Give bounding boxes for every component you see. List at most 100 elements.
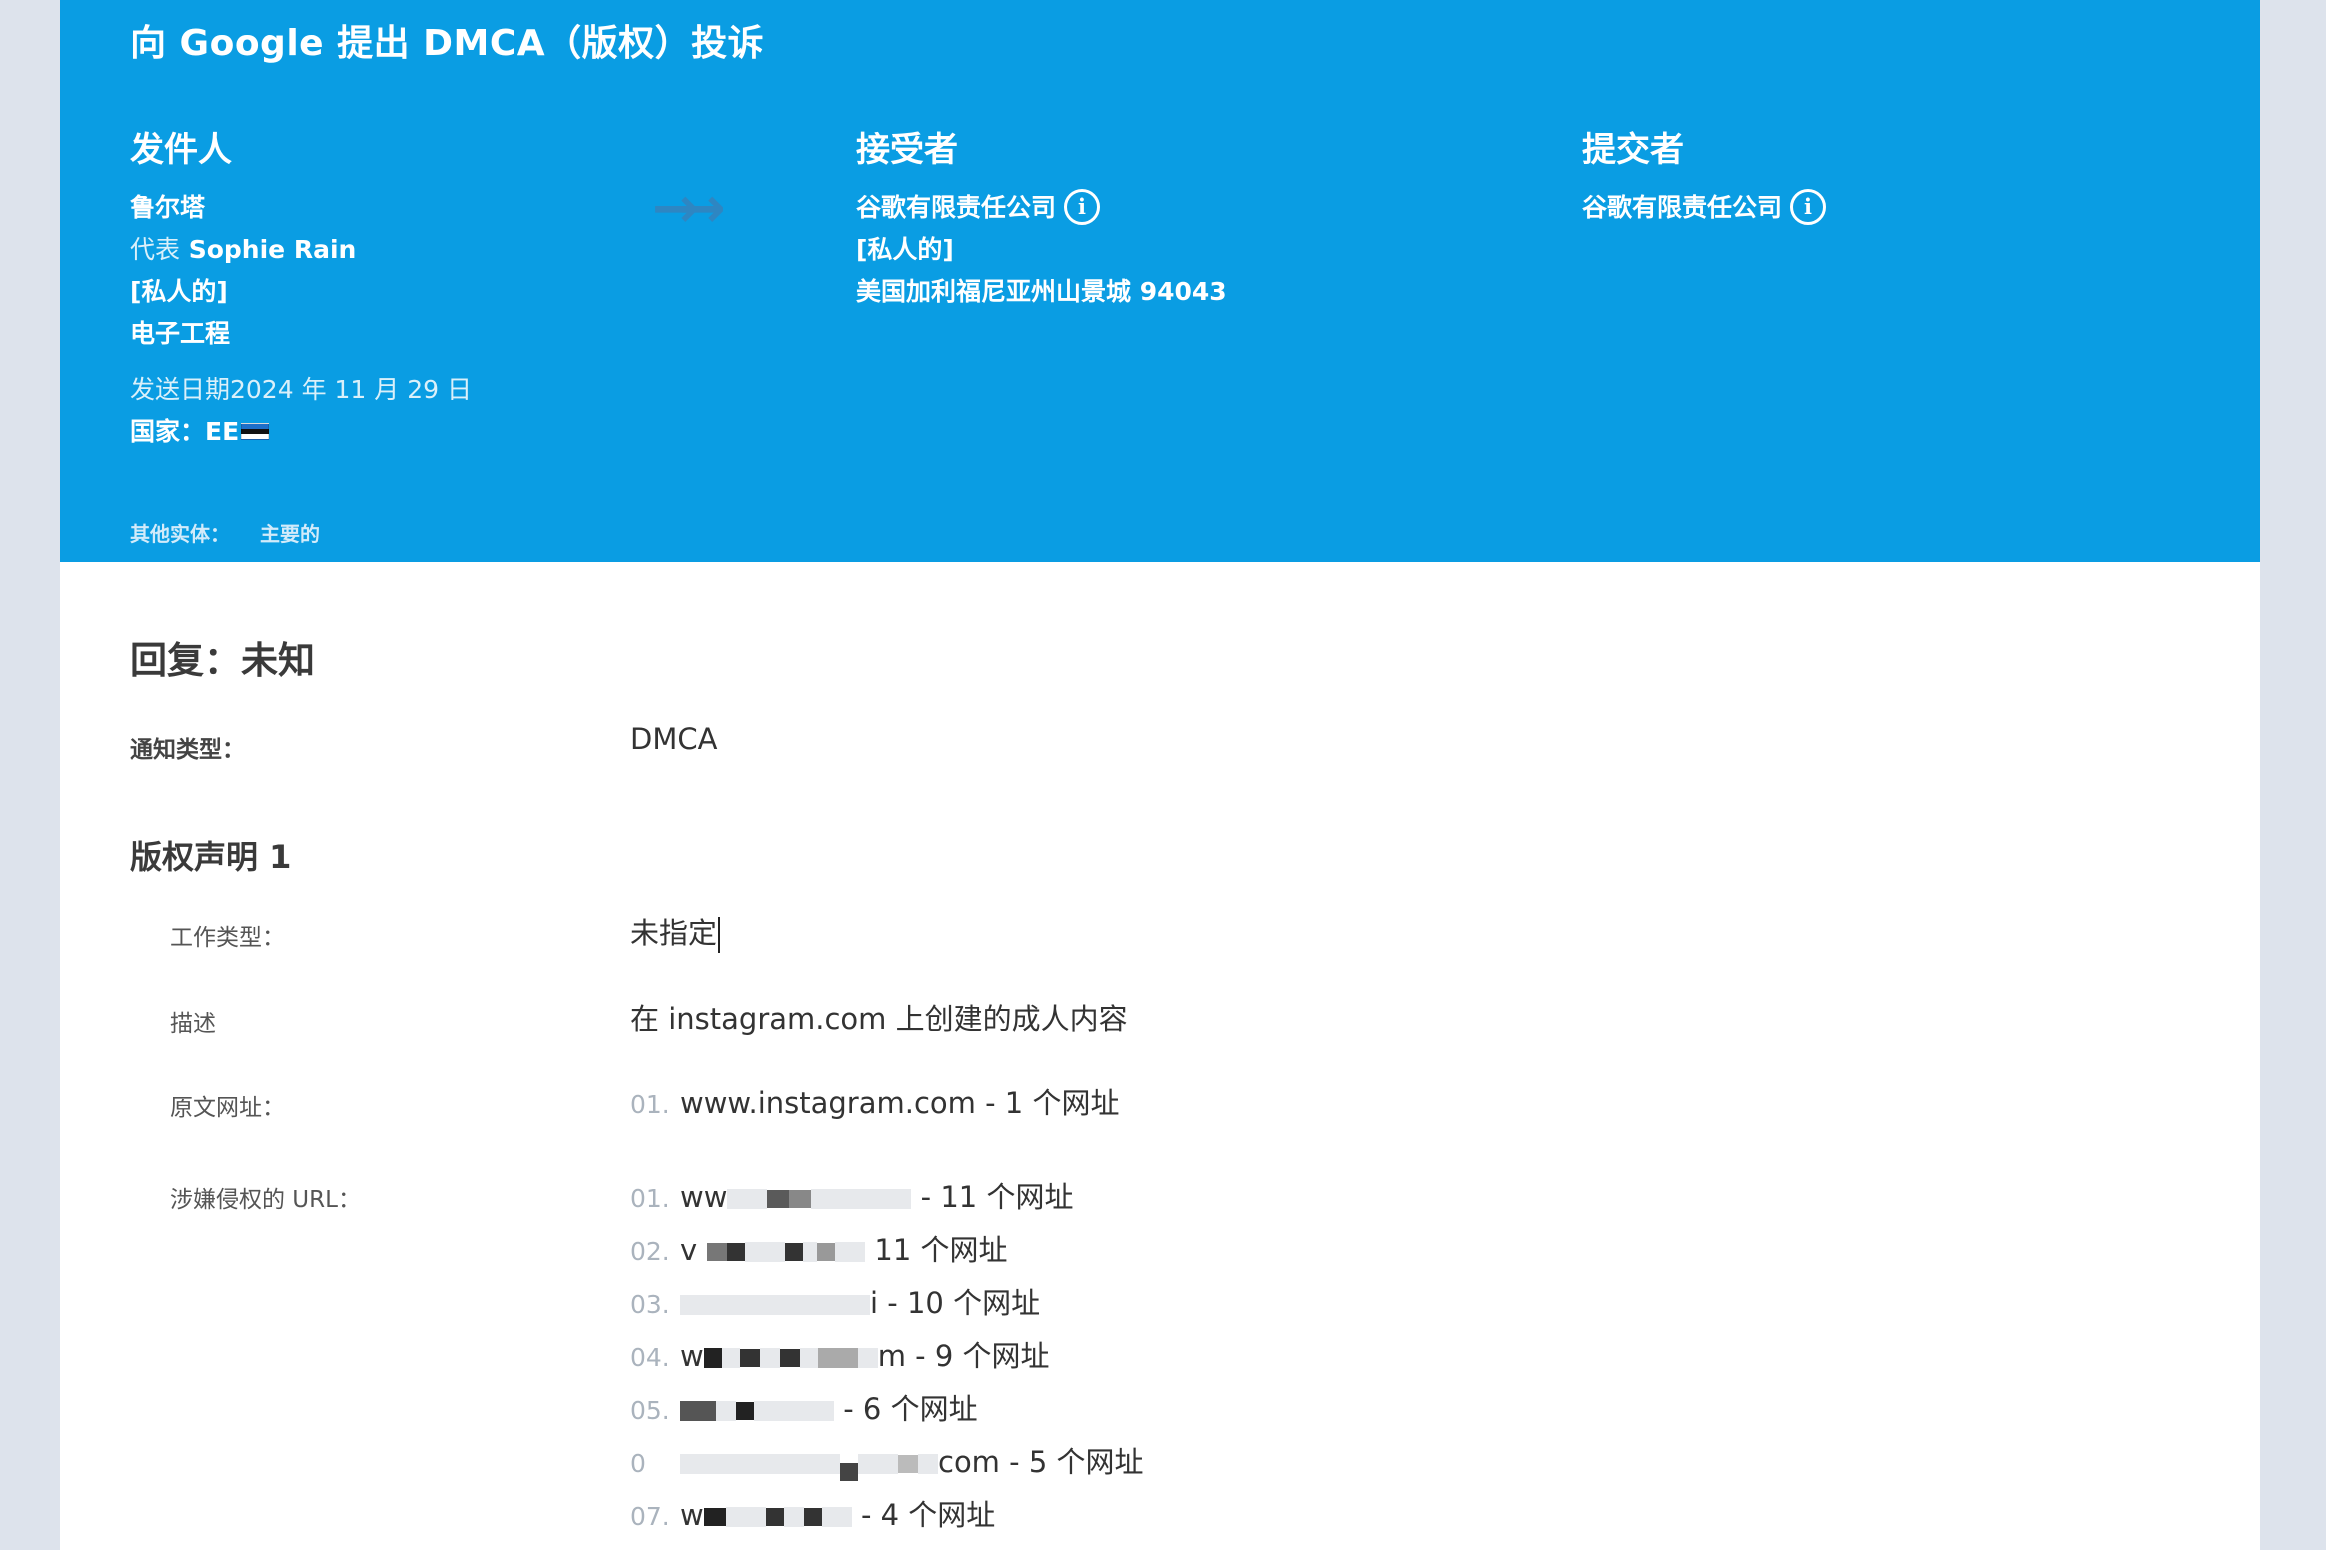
redacted-region — [680, 1295, 870, 1315]
country-code: EE — [205, 417, 240, 446]
redacted-region — [785, 1243, 804, 1261]
redacted-region — [803, 1242, 818, 1262]
sender-private: [私人的] — [130, 277, 228, 306]
redacted-region — [918, 1454, 938, 1474]
double-chevron-right-icon: →→ — [652, 176, 726, 241]
description-label: 描述 — [170, 1011, 216, 1037]
url-suffix: i - 10 个网址 — [870, 1286, 1041, 1320]
infringing-url-item[interactable]: 02. v 11 个网址 — [630, 1227, 1008, 1271]
list-number: 05. — [630, 1396, 670, 1425]
redacted-region — [736, 1402, 754, 1420]
url-suffix: - 6 个网址 — [843, 1392, 978, 1426]
sender-block: 发件人 鲁尔塔 代表 Sophie Rain [私人的] 电子工程 发送日期20… — [130, 122, 472, 453]
url-suffix: - 4 个网址 — [860, 1498, 996, 1532]
list-number: 04. — [630, 1343, 670, 1372]
reply-status: 回复：未知 — [130, 639, 315, 682]
infringing-url-item[interactable]: 05. - 6 个网址 — [630, 1386, 978, 1430]
list-number: 02. — [630, 1237, 670, 1266]
other-entities-label: 其他实体： — [130, 522, 230, 546]
list-number: 03. — [630, 1290, 670, 1319]
url-suffix: com - 5 个网址 — [938, 1445, 1144, 1479]
redacted-region — [840, 1463, 858, 1481]
redacted-region — [898, 1455, 918, 1473]
sender-org: 电子工程 — [130, 319, 231, 348]
sender-heading: 发件人 — [130, 130, 232, 170]
sender-on-behalf: 代表 Sophie Rain — [130, 229, 472, 271]
sender-name: 鲁尔塔 — [130, 193, 206, 222]
redacted-region — [783, 1507, 804, 1527]
submitter-block: 提交者 谷歌有限责任公司 i — [1582, 122, 1827, 229]
submitter-name: 谷歌有限责任公司 — [1582, 193, 1783, 222]
info-icon[interactable]: i — [1790, 189, 1827, 225]
submitter-name-row: 谷歌有限责任公司 i — [1582, 187, 1827, 229]
redacted-region — [767, 1190, 790, 1208]
notice-header: 向 Google 提出 DMCA（版权）投诉 发件人 鲁尔塔 代表 Sophie… — [60, 0, 2260, 562]
recipient-address: 美国加利福尼亚州山景城 94043 — [856, 277, 1227, 306]
sender-country: 国家：EE — [130, 411, 472, 453]
submitter-heading: 提交者 — [1582, 130, 1684, 170]
notice-page: 向 Google 提出 DMCA（版权）投诉 发件人 鲁尔塔 代表 Sophie… — [60, 0, 2260, 1550]
list-number: 01. — [630, 1184, 670, 1213]
redacted-region — [739, 1349, 760, 1367]
url-suffix: 11 个网址 — [874, 1233, 1008, 1267]
redacted-region — [821, 1507, 852, 1527]
description-value: 在 instagram.com 上创建的成人内容 — [630, 1002, 1128, 1036]
recipient-private: [私人的] — [856, 235, 954, 264]
infringing-url-item[interactable]: 0 com - 5 个网址 — [630, 1439, 1144, 1483]
recipient-name-row: 谷歌有限责任公司 i — [856, 187, 1227, 229]
redacted-region — [759, 1348, 780, 1368]
redacted-region — [857, 1348, 878, 1368]
other-entities-value[interactable]: 主要的 — [260, 522, 320, 546]
list-number: 07. — [630, 1502, 670, 1531]
work-type-text: 未指定 — [630, 916, 718, 950]
redacted-region — [703, 1348, 722, 1368]
list-number: 0 — [630, 1449, 646, 1478]
url-prefix: w — [680, 1498, 704, 1532]
on-behalf-prefix: 代表 — [130, 235, 181, 264]
redacted-region — [799, 1348, 818, 1368]
recipient-heading: 接受者 — [856, 130, 958, 170]
redacted-region — [835, 1242, 866, 1262]
redacted-region — [727, 1243, 746, 1261]
other-entities: 其他实体： 主要的 — [130, 518, 320, 547]
claim-heading: 版权声明 1 — [130, 838, 292, 876]
redacted-region — [680, 1401, 716, 1421]
recipient-name: 谷歌有限责任公司 — [856, 193, 1057, 222]
country-label: 国家： — [130, 417, 206, 446]
list-number: 01. — [630, 1090, 670, 1119]
infringing-urls-label: 涉嫌侵权的 URL： — [170, 1187, 361, 1213]
redacted-region — [707, 1243, 728, 1261]
redacted-region — [703, 1508, 726, 1526]
redacted-region — [765, 1508, 784, 1526]
notice-content: 回复：未知 通知类型： DMCA 版权声明 1 工作类型： 未指定 描述 在 i… — [130, 630, 2190, 1532]
redacted-region — [727, 1189, 768, 1209]
notice-type-label: 通知类型： — [130, 737, 245, 763]
recipient-block: 接受者 谷歌有限责任公司 i [私人的] 美国加利福尼亚州山景城 94043 — [856, 122, 1227, 313]
infringing-url-item[interactable]: 03. i - 10 个网址 — [630, 1280, 1040, 1324]
redacted-region — [721, 1348, 740, 1368]
original-url-item[interactable]: 01. www.instagram.com - 1 个网址 — [630, 1080, 1119, 1124]
redacted-region — [803, 1508, 822, 1526]
redacted-region — [725, 1507, 766, 1527]
infringing-url-item[interactable]: 01. ww - 11 个网址 — [630, 1174, 1073, 1218]
notice-title: 向 Google 提出 DMCA（版权）投诉 — [130, 23, 765, 64]
work-type-label: 工作类型： — [170, 925, 285, 951]
url-prefix: w — [680, 1339, 704, 1373]
notice-type-value: DMCA — [630, 722, 718, 756]
original-url-text: www.instagram.com - 1 个网址 — [680, 1086, 1120, 1120]
infringing-url-item[interactable]: 04. w m - 9 个网址 — [630, 1333, 1050, 1377]
work-type-value: 未指定 — [630, 910, 721, 953]
infringing-url-item[interactable]: 07. w - 4 个网址 — [630, 1492, 995, 1536]
sent-date: 发送日期2024 年 11 月 29 日 — [130, 375, 472, 404]
info-icon[interactable]: i — [1064, 189, 1101, 225]
redacted-region — [817, 1243, 836, 1261]
redacted-region — [811, 1189, 912, 1209]
text-cursor — [718, 917, 721, 953]
url-prefix: v — [680, 1233, 698, 1267]
redacted-region — [817, 1348, 858, 1368]
principal-name[interactable]: Sophie Rain — [189, 235, 357, 264]
redacted-region — [779, 1349, 800, 1367]
url-prefix: ww — [680, 1180, 728, 1214]
redacted-region — [789, 1190, 812, 1208]
redacted-region — [754, 1401, 834, 1421]
